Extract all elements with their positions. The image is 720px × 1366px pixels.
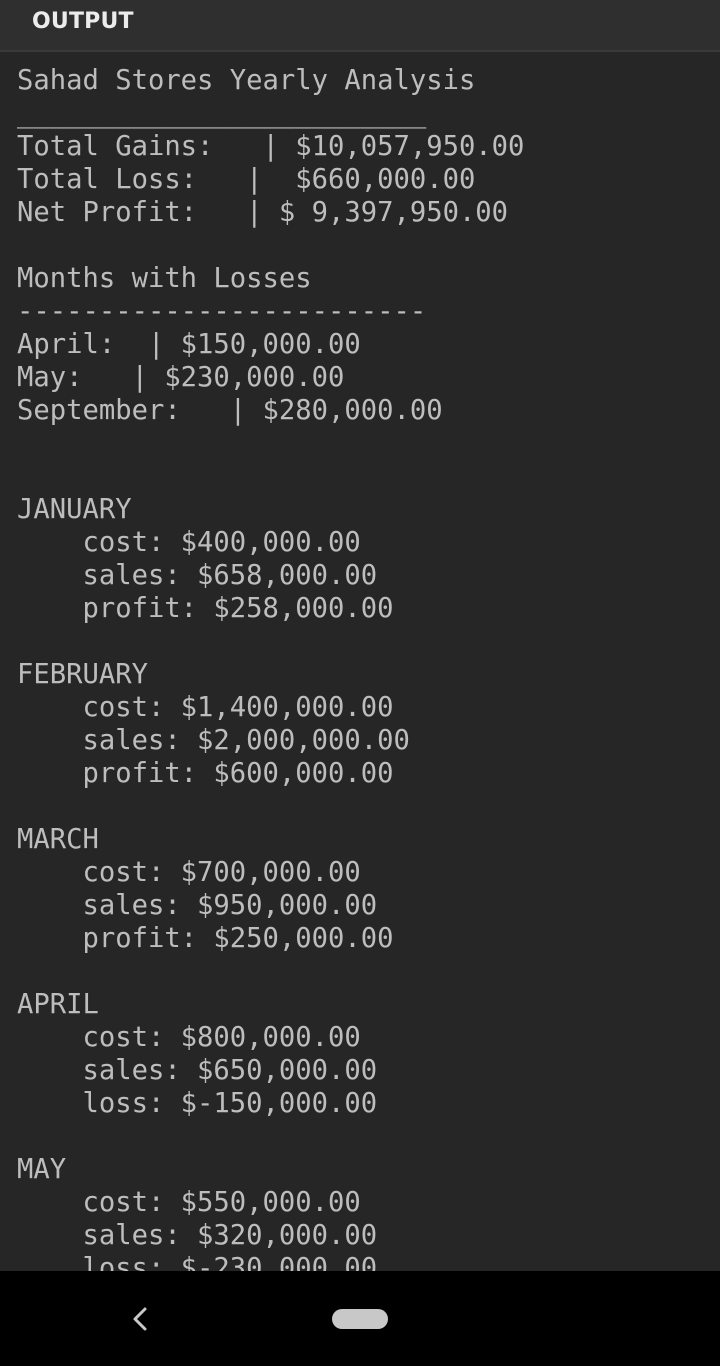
console-line: Months with Losses	[17, 263, 312, 294]
console-line: MAY	[17, 1154, 67, 1185]
output-panel-header: OUTPUT	[0, 0, 720, 52]
system-navigation-bar	[0, 1271, 720, 1366]
console-line: cost: $800,000.00	[17, 1022, 361, 1053]
console-line: sales: $658,000.00	[17, 560, 378, 591]
console-line: Sahad Stores Yearly Analysis	[17, 65, 476, 96]
console-line: MARCH	[17, 824, 99, 855]
console-line: Total Loss: | $660,000.00	[17, 164, 476, 195]
console-line: September: | $280,000.00	[17, 395, 443, 426]
console-line: FEBRUARY	[17, 659, 148, 690]
console-line: May: | $230,000.00	[17, 362, 345, 393]
console-line: profit: $258,000.00	[17, 593, 394, 624]
home-button[interactable]	[332, 1309, 388, 1329]
console-output-area[interactable]: Sahad Stores Yearly Analysis ___________…	[0, 54, 720, 1271]
console-line: sales: $320,000.00	[17, 1220, 378, 1251]
console-line: loss: $-230,000.00	[17, 1253, 378, 1271]
console-line: profit: $600,000.00	[17, 758, 394, 789]
console-line: cost: $700,000.00	[17, 857, 361, 888]
chevron-left-icon	[133, 1307, 147, 1331]
console-line: sales: $650,000.00	[17, 1055, 378, 1086]
console-line: April: | $150,000.00	[17, 329, 361, 360]
console-line: Total Gains: | $10,057,950.00	[17, 131, 525, 162]
console-line: JANUARY	[17, 494, 132, 525]
console-line: -------------------------	[17, 296, 427, 327]
console-output-text: Sahad Stores Yearly Analysis ___________…	[17, 64, 524, 1271]
console-line: _________________________	[17, 98, 427, 129]
console-line: cost: $550,000.00	[17, 1187, 361, 1218]
console-line: sales: $950,000.00	[17, 890, 378, 921]
output-panel-title: OUTPUT	[32, 9, 134, 34]
console-line: Net Profit: | $ 9,397,950.00	[17, 197, 509, 228]
console-line: profit: $250,000.00	[17, 923, 394, 954]
back-button[interactable]	[118, 1295, 162, 1343]
console-line: sales: $2,000,000.00	[17, 725, 410, 756]
console-line: loss: $-150,000.00	[17, 1088, 378, 1119]
output-screen: OUTPUT Sahad Stores Yearly Analysis ____…	[0, 0, 720, 1366]
console-line: APRIL	[17, 989, 99, 1020]
console-line: cost: $1,400,000.00	[17, 692, 394, 723]
console-line: cost: $400,000.00	[17, 527, 361, 558]
